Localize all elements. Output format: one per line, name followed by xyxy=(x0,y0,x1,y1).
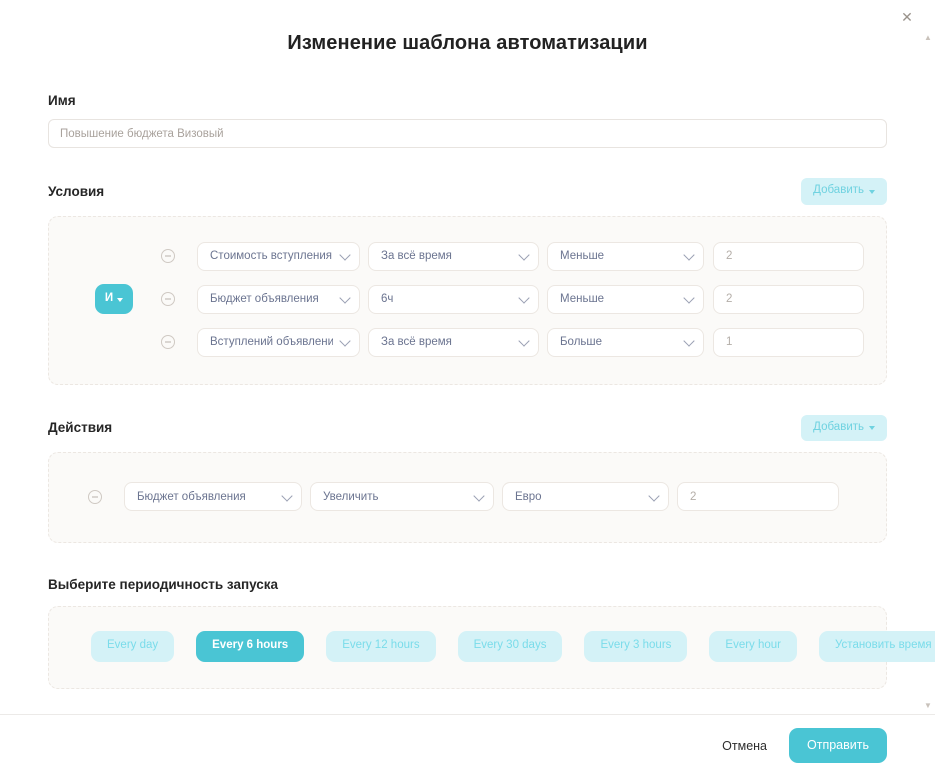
condition-comparator-select[interactable]: Меньше xyxy=(547,241,704,271)
condition-comparator-select[interactable]: Больше xyxy=(547,327,704,357)
schedule-option-every-3-hours[interactable]: Every 3 hours xyxy=(584,631,688,662)
condition-metric-select[interactable]: Стоимость вступления (CPF) xyxy=(197,241,360,271)
remove-action-icon[interactable] xyxy=(88,489,102,504)
condition-row: Стоимость вступления (CPF) За всё время … xyxy=(161,235,864,278)
logic-operator-column: И xyxy=(71,235,161,364)
conditions-header: Условия Добавить xyxy=(48,178,887,205)
condition-period-select[interactable]: За всё время xyxy=(368,327,539,357)
schedule-option-every-day[interactable]: Every day xyxy=(91,631,175,662)
schedule-option-every-hour[interactable]: Every hour xyxy=(709,631,798,662)
schedule-option-every-12-hours[interactable]: Every 12 hours xyxy=(326,631,436,662)
add-action-label: Добавить xyxy=(813,420,864,433)
page-title: Изменение шаблона автоматизации xyxy=(287,32,648,54)
chevron-down-icon xyxy=(473,489,485,502)
schedule-option-every-30-days[interactable]: Every 30 days xyxy=(457,631,563,662)
action-value-input[interactable] xyxy=(677,482,839,511)
condition-rows: Стоимость вступления (CPF) За всё время … xyxy=(161,235,864,364)
schedule-option-set-time[interactable]: Установить время xyxy=(819,631,935,662)
condition-period-select[interactable]: 6ч xyxy=(368,284,539,314)
chevron-down-icon xyxy=(869,189,875,194)
action-operation-label: Увеличить xyxy=(323,490,379,503)
remove-condition-icon[interactable] xyxy=(161,249,175,263)
action-unit-label: Евро xyxy=(515,490,542,503)
condition-period-label: За всё время xyxy=(381,336,452,348)
action-target-label: Бюджет объявления xyxy=(137,490,246,503)
action-operation-select[interactable]: Увеличить xyxy=(310,482,494,511)
name-field-block: Имя xyxy=(48,93,887,148)
add-condition-button[interactable]: Добавить xyxy=(801,178,887,205)
condition-period-label: За всё время xyxy=(381,250,452,262)
conditions-title: Условия xyxy=(48,183,105,199)
condition-value-input[interactable] xyxy=(713,327,864,357)
chevron-down-icon xyxy=(683,335,695,347)
condition-comparator-label: Меньше xyxy=(560,250,605,262)
action-target-select[interactable]: Бюджет объявления xyxy=(124,482,302,511)
schedule-title: Выберите периодичность запуска xyxy=(48,576,279,592)
action-row: Бюджет объявления Увеличить Евро xyxy=(71,475,864,518)
condition-metric-label: Бюджет объявления xyxy=(210,293,319,305)
add-condition-label: Добавить xyxy=(813,184,864,196)
condition-metric-select[interactable]: Бюджет объявления xyxy=(197,284,360,314)
dialog-body: Изменение шаблона автоматизации Имя Усло… xyxy=(0,0,935,714)
chevron-down-icon xyxy=(683,249,695,261)
condition-metric-label: Вступлений объявления xyxy=(210,336,333,348)
name-input[interactable] xyxy=(48,119,887,148)
chevron-down-icon xyxy=(339,335,351,347)
conditions-panel: И Стоимость вступления (CPF) За всё врем… xyxy=(48,215,887,385)
chevron-down-icon xyxy=(648,489,660,502)
chevron-down-icon xyxy=(683,292,695,304)
chevron-down-icon xyxy=(339,292,351,304)
condition-metric-label: Стоимость вступления (CPF) xyxy=(210,250,333,262)
chevron-down-icon xyxy=(869,426,875,431)
chevron-down-icon xyxy=(117,298,124,302)
dialog-footer: Отмена Отправить xyxy=(0,714,935,776)
chevron-down-icon xyxy=(518,335,530,347)
chevron-down-icon xyxy=(518,292,530,304)
cancel-button[interactable]: Отмена xyxy=(718,733,771,759)
condition-comparator-label: Больше xyxy=(560,336,603,348)
condition-row: Бюджет объявления 6ч Меньше xyxy=(161,278,864,321)
remove-condition-icon[interactable] xyxy=(161,335,175,349)
remove-condition-icon[interactable] xyxy=(161,292,175,306)
name-field-label: Имя xyxy=(48,93,76,108)
automation-template-dialog: ✕ ▲ ▼ Изменение шаблона автоматизации Им… xyxy=(0,0,935,776)
schedule-options: Every day Every 6 hours Every 12 hours E… xyxy=(71,631,935,662)
actions-title: Действия xyxy=(48,420,113,436)
condition-comparator-select[interactable]: Меньше xyxy=(547,284,704,314)
logic-operator-button[interactable]: И xyxy=(95,284,133,314)
condition-period-select[interactable]: За всё время xyxy=(368,241,539,271)
condition-period-label: 6ч xyxy=(381,293,394,305)
schedule-panel: Every day Every 6 hours Every 12 hours E… xyxy=(48,606,935,689)
submit-button[interactable]: Отправить xyxy=(789,728,887,763)
condition-row: Вступлений объявления За всё время Больш… xyxy=(161,321,864,364)
chevron-down-icon xyxy=(518,249,530,261)
chevron-down-icon xyxy=(339,249,351,261)
conditions-group: И Стоимость вступления (CPF) За всё врем… xyxy=(71,235,864,364)
logic-operator-label: И xyxy=(104,292,114,305)
schedule-header: Выберите периодичность запуска xyxy=(48,573,887,595)
condition-comparator-label: Меньше xyxy=(560,293,605,305)
add-action-button[interactable]: Добавить xyxy=(801,414,887,441)
schedule-option-every-6-hours[interactable]: Every 6 hours xyxy=(196,631,305,662)
action-unit-select[interactable]: Евро xyxy=(502,482,669,511)
condition-value-input[interactable] xyxy=(713,284,864,314)
chevron-down-icon xyxy=(281,489,293,502)
actions-header: Действия Добавить xyxy=(48,414,887,441)
condition-value-input[interactable] xyxy=(713,241,864,271)
actions-panel: Бюджет объявления Увеличить Евро xyxy=(48,452,887,543)
condition-metric-select[interactable]: Вступлений объявления xyxy=(197,327,360,357)
